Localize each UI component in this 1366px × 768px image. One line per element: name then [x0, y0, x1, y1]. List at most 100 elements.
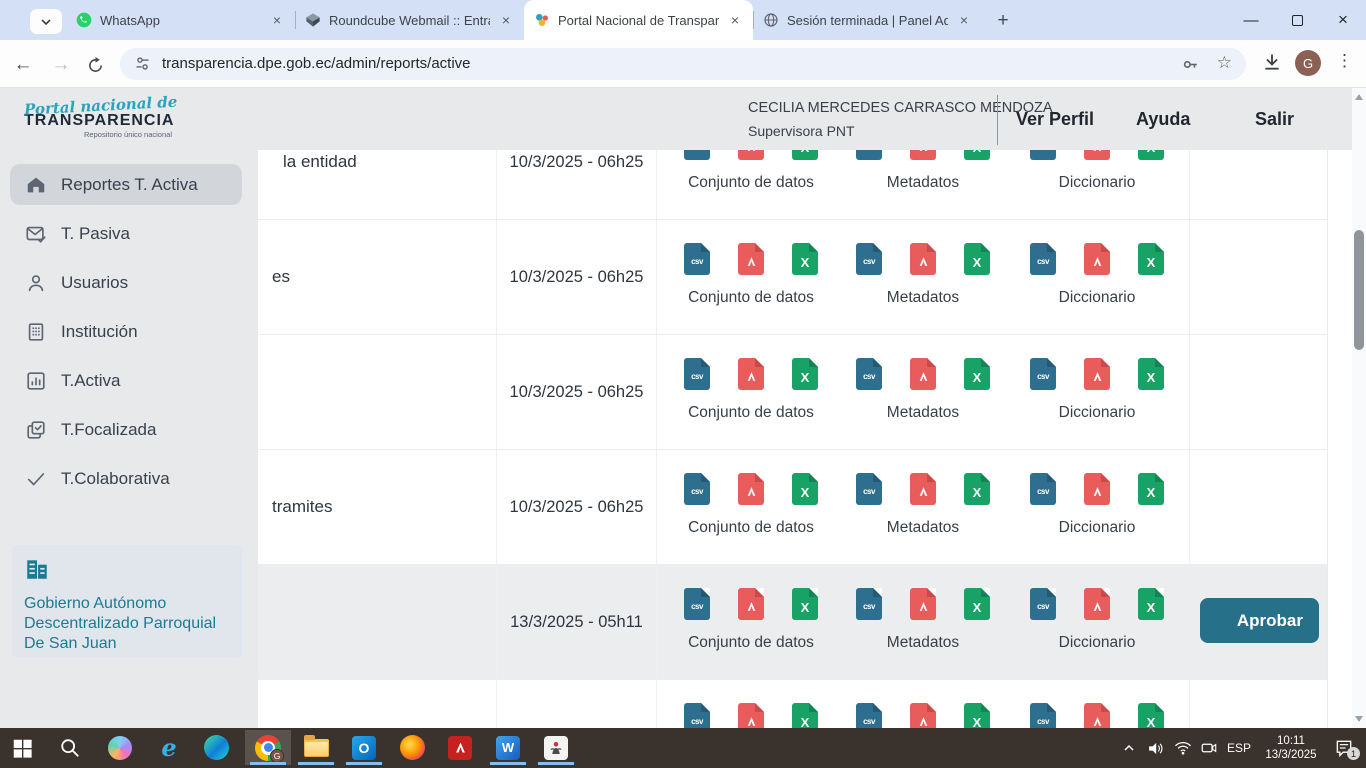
- sidebar-item-reportes-t-activa[interactable]: Reportes T. Activa: [10, 164, 242, 205]
- browser-tab[interactable]: WhatsApp×: [66, 0, 295, 40]
- pdf-file-icon[interactable]: [738, 473, 764, 505]
- taskbar-java-app-icon[interactable]: [533, 730, 579, 765]
- csv-file-icon[interactable]: csv: [684, 243, 710, 275]
- volume-icon[interactable]: [1142, 728, 1168, 768]
- taskbar-search-icon[interactable]: [47, 730, 93, 765]
- sidebar-item-t-activa[interactable]: T.Activa: [10, 360, 242, 401]
- csv-file-icon[interactable]: csv: [1030, 243, 1056, 275]
- pdf-file-icon[interactable]: [1084, 588, 1110, 620]
- xls-file-icon[interactable]: X: [964, 588, 990, 620]
- pdf-file-icon[interactable]: [1084, 703, 1110, 728]
- browser-profile-avatar[interactable]: G: [1295, 50, 1321, 76]
- sidebar-item-t-colaborativa[interactable]: T.Colaborativa: [10, 458, 242, 499]
- taskbar-edge-icon[interactable]: [193, 730, 239, 765]
- xls-file-icon[interactable]: X: [964, 150, 990, 160]
- pdf-file-icon[interactable]: [910, 588, 936, 620]
- approve-button[interactable]: Aprobar: [1200, 598, 1319, 643]
- tab-close-icon[interactable]: ×: [727, 12, 743, 28]
- xls-file-icon[interactable]: X: [1138, 703, 1164, 728]
- ayuda-link[interactable]: Ayuda: [1136, 109, 1190, 130]
- password-manager-icon[interactable]: [1181, 55, 1200, 79]
- url-text[interactable]: transparencia.dpe.gob.ec/admin/reports/a…: [162, 55, 471, 72]
- taskbar-start-icon[interactable]: [0, 730, 45, 765]
- pdf-file-icon[interactable]: [1084, 243, 1110, 275]
- taskbar-outlook-icon[interactable]: O: [341, 730, 387, 765]
- sidebar-item-instituci-n[interactable]: Institución: [10, 311, 242, 352]
- ver-perfil-link[interactable]: Ver Perfil: [1016, 109, 1094, 130]
- xls-file-icon[interactable]: X: [792, 358, 818, 390]
- csv-file-icon[interactable]: csv: [856, 358, 882, 390]
- new-tab-button[interactable]: +: [990, 8, 1016, 34]
- browser-tab[interactable]: Roundcube Webmail :: Entrada×: [295, 0, 524, 40]
- tray-expand-icon[interactable]: [1118, 728, 1140, 768]
- organization-card[interactable]: Gobierno Autónomo Descentralizado Parroq…: [12, 545, 242, 657]
- pdf-file-icon[interactable]: [910, 150, 936, 160]
- clock[interactable]: 10:11 13/3/2025: [1258, 728, 1324, 768]
- xls-file-icon[interactable]: X: [792, 703, 818, 728]
- taskbar-word-icon[interactable]: W: [485, 730, 531, 765]
- pdf-file-icon[interactable]: [738, 703, 764, 728]
- xls-file-icon[interactable]: X: [792, 150, 818, 160]
- scrollbar-thumb[interactable]: [1354, 230, 1364, 350]
- tab-close-icon[interactable]: ×: [269, 12, 285, 28]
- xls-file-icon[interactable]: X: [1138, 588, 1164, 620]
- xls-file-icon[interactable]: X: [964, 473, 990, 505]
- downloads-icon[interactable]: [1262, 52, 1282, 77]
- browser-tab[interactable]: Sesión terminada | Panel Admin×: [753, 0, 982, 40]
- pdf-file-icon[interactable]: [910, 243, 936, 275]
- minimize-button[interactable]: —: [1228, 0, 1274, 40]
- tab-close-icon[interactable]: ×: [956, 12, 972, 28]
- taskbar-acrobat-icon[interactable]: [437, 730, 483, 765]
- site-settings-icon[interactable]: [134, 55, 151, 77]
- csv-file-icon[interactable]: csv: [684, 703, 710, 728]
- address-bar[interactable]: transparencia.dpe.gob.ec/admin/reports/a…: [120, 48, 1246, 80]
- pdf-file-icon[interactable]: [1084, 473, 1110, 505]
- close-window-button[interactable]: ×: [1320, 0, 1366, 40]
- xls-file-icon[interactable]: X: [792, 588, 818, 620]
- browser-tab[interactable]: Portal Nacional de Transparenc×: [524, 0, 753, 40]
- csv-file-icon[interactable]: csv: [1030, 703, 1056, 728]
- csv-file-icon[interactable]: csv: [856, 703, 882, 728]
- forward-button[interactable]: →: [48, 52, 74, 78]
- pdf-file-icon[interactable]: [1084, 150, 1110, 160]
- reload-button[interactable]: [82, 52, 108, 78]
- csv-file-icon[interactable]: csv: [684, 150, 710, 160]
- csv-file-icon[interactable]: csv: [1030, 358, 1056, 390]
- taskbar-firefox-icon[interactable]: [389, 730, 435, 765]
- sidebar-item-t-pasiva[interactable]: T. Pasiva: [10, 213, 242, 254]
- wifi-icon[interactable]: [1170, 728, 1196, 768]
- pdf-file-icon[interactable]: [910, 358, 936, 390]
- xls-file-icon[interactable]: X: [792, 243, 818, 275]
- xls-file-icon[interactable]: X: [1138, 243, 1164, 275]
- back-button[interactable]: ←: [10, 52, 36, 78]
- xls-file-icon[interactable]: X: [1138, 473, 1164, 505]
- pdf-file-icon[interactable]: [738, 243, 764, 275]
- csv-file-icon[interactable]: csv: [1030, 150, 1056, 160]
- sidebar-item-t-focalizada[interactable]: T.Focalizada: [10, 409, 242, 450]
- browser-menu-icon[interactable]: ⋮: [1336, 51, 1353, 71]
- action-center-icon[interactable]: 1: [1326, 728, 1362, 768]
- csv-file-icon[interactable]: csv: [684, 473, 710, 505]
- taskbar-copilot-icon[interactable]: [97, 730, 143, 765]
- scroll-down-arrow[interactable]: [1355, 716, 1363, 722]
- xls-file-icon[interactable]: X: [792, 473, 818, 505]
- sidebar-item-usuarios[interactable]: Usuarios: [10, 262, 242, 303]
- xls-file-icon[interactable]: X: [964, 358, 990, 390]
- page-scrollbar[interactable]: [1352, 88, 1366, 728]
- csv-file-icon[interactable]: csv: [684, 358, 710, 390]
- language-indicator[interactable]: ESP: [1222, 728, 1256, 768]
- csv-file-icon[interactable]: csv: [856, 150, 882, 160]
- csv-file-icon[interactable]: csv: [1030, 473, 1056, 505]
- csv-file-icon[interactable]: csv: [1030, 588, 1056, 620]
- pdf-file-icon[interactable]: [910, 703, 936, 728]
- taskbar-chrome-icon[interactable]: G: [245, 730, 291, 765]
- xls-file-icon[interactable]: X: [964, 243, 990, 275]
- salir-link[interactable]: Salir: [1255, 109, 1294, 130]
- taskbar-file-explorer-icon[interactable]: [293, 730, 339, 765]
- meet-now-icon[interactable]: [1196, 728, 1222, 768]
- xls-file-icon[interactable]: X: [1138, 150, 1164, 160]
- pdf-file-icon[interactable]: [738, 150, 764, 160]
- xls-file-icon[interactable]: X: [964, 703, 990, 728]
- scroll-up-arrow[interactable]: [1355, 94, 1363, 100]
- csv-file-icon[interactable]: csv: [856, 588, 882, 620]
